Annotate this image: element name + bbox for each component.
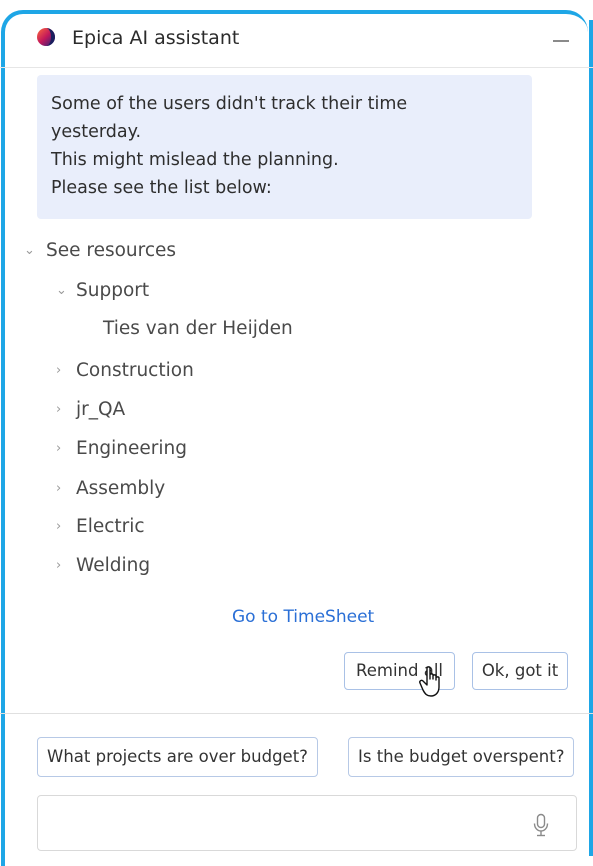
message-line: This might mislead the planning. bbox=[51, 150, 339, 170]
chat-input-field[interactable] bbox=[37, 795, 577, 851]
hand-pointer-cursor-icon bbox=[418, 665, 448, 699]
ok-got-it-button[interactable]: Ok, got it bbox=[472, 652, 568, 690]
tree-leaf-label: Ties van der Heijden bbox=[103, 318, 293, 339]
chevron-right-icon: › bbox=[56, 402, 62, 417]
message-line: yesterday. bbox=[51, 122, 142, 142]
chevron-right-icon: › bbox=[56, 441, 62, 456]
go-to-timesheet-link[interactable]: Go to TimeSheet bbox=[232, 607, 374, 627]
section-divider bbox=[0, 713, 593, 714]
tree-item-label: Assembly bbox=[76, 478, 166, 499]
assistant-header: Epica AI assistant bbox=[0, 14, 593, 68]
message-line: Some of the users didn't track their tim… bbox=[51, 94, 408, 114]
tree-item-label: Welding bbox=[76, 555, 151, 576]
minimize-icon[interactable] bbox=[553, 40, 569, 42]
epica-logo-icon bbox=[36, 27, 56, 47]
tree-item-label: Electric bbox=[76, 516, 145, 537]
tree-item-label: Construction bbox=[76, 360, 194, 381]
tree-item-label: jr_QA bbox=[76, 399, 126, 420]
chevron-right-icon: › bbox=[56, 481, 62, 496]
tree-item-label: Engineering bbox=[76, 438, 187, 459]
chevron-right-icon: › bbox=[56, 558, 62, 573]
chevron-right-icon: › bbox=[56, 519, 62, 534]
window-frame-edge bbox=[589, 20, 593, 856]
chevron-down-icon: ⌄ bbox=[24, 243, 35, 258]
window-title: Epica AI assistant bbox=[72, 27, 240, 49]
chevron-down-icon: ⌄ bbox=[56, 283, 67, 298]
message-line: Please see the list below: bbox=[51, 178, 272, 198]
suggestion-chip-budget-overspent[interactable]: Is the budget overspent? bbox=[348, 737, 575, 777]
tree-item-label: Support bbox=[76, 280, 150, 301]
chevron-right-icon: › bbox=[56, 363, 62, 378]
suggestion-chip-over-budget[interactable]: What projects are over budget? bbox=[37, 737, 318, 777]
tree-item-label: See resources bbox=[46, 240, 177, 261]
microphone-icon[interactable] bbox=[532, 813, 550, 837]
assistant-message: Some of the users didn't track their tim… bbox=[37, 75, 532, 219]
